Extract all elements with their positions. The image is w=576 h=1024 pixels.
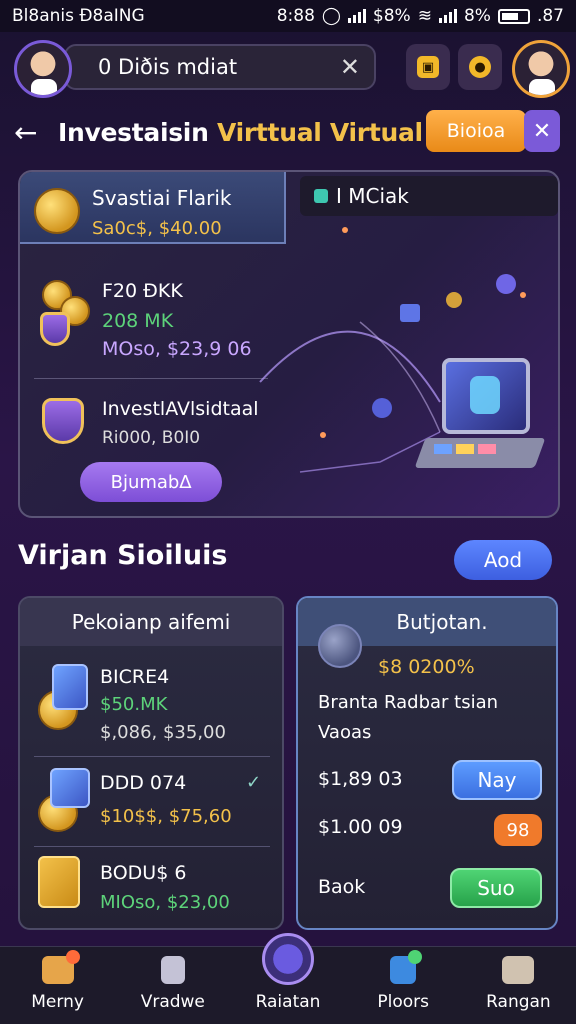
featured-header-name: Svastiai Flarik xyxy=(92,186,232,210)
right-card-desc-1: Branta Radbar tsian xyxy=(318,692,499,713)
row-divider xyxy=(34,756,270,757)
right-card-desc-2: Vaoas xyxy=(318,722,372,743)
item1-sub: 208 MK xyxy=(102,310,174,332)
battery-icon xyxy=(497,8,530,24)
row3-label: Baok xyxy=(318,876,366,898)
nav-label: Ploors xyxy=(377,992,430,1012)
wifi-icon: ≋ xyxy=(417,6,432,26)
row-name: BODU$ 6 xyxy=(100,862,187,884)
nav-item-raiatan[interactable]: Raiatan xyxy=(230,933,345,1024)
check-icon: ✓ xyxy=(246,772,262,793)
row-name: DDD 074 xyxy=(100,772,187,794)
right-card-value: $8 0200% xyxy=(378,656,475,678)
right-card: Butjotan. $8 0200% Branta Radbar tsian V… xyxy=(296,596,558,930)
add-button[interactable]: Aod xyxy=(454,540,552,580)
gem-icon xyxy=(40,312,70,346)
row-sub: $50.MK xyxy=(100,694,168,715)
nav-item-rangan[interactable]: Rangan xyxy=(461,947,576,1024)
status-bar: Bl8anis Ð8aING 8:88 ◯ $8% ≋ 8% .87 xyxy=(0,0,576,32)
status-indicators: 8:88 ◯ $8% ≋ 8% .87 xyxy=(277,6,564,26)
back-arrow-icon[interactable]: ← xyxy=(14,116,58,149)
row-price: $,086, $35,00 xyxy=(100,722,226,743)
nav-item-merny[interactable]: Merny xyxy=(0,947,115,1024)
status-app-name: Bl8anis Ð8aING xyxy=(12,6,145,26)
tab-mciak-label: I MCiak xyxy=(336,184,409,208)
user-avatar[interactable] xyxy=(14,40,72,98)
title-highlight: Virttual Virtual xyxy=(216,117,423,147)
nav-label: Rangan xyxy=(486,992,551,1012)
row2-value: $1.00 09 xyxy=(318,816,403,838)
chart-icon xyxy=(314,189,328,203)
card-icon xyxy=(50,768,90,808)
left-card-title: Pekoianp aifemi xyxy=(20,598,282,646)
nav-label: Raiatan xyxy=(255,992,321,1012)
row1-value: $1,89 03 xyxy=(318,768,403,790)
laptop-icon xyxy=(414,358,546,482)
row-name: BICRE4 xyxy=(100,666,170,688)
row-divider xyxy=(34,846,270,847)
item2-sub: Ri000, B0I0 xyxy=(102,428,201,448)
nav-item-ploors[interactable]: Ploors xyxy=(346,947,461,1024)
list-item[interactable]: BICRE4 $50.MK $,086, $35,00 xyxy=(20,650,282,750)
item1-price: MOso, $23,9 06 xyxy=(102,338,252,360)
search-input[interactable]: 0 Diðis mdiat ✕ xyxy=(64,44,376,90)
status-battery-text: 8% xyxy=(463,6,491,26)
nav-label: Vradwe xyxy=(140,992,205,1012)
close-button[interactable]: ✕ xyxy=(524,110,560,152)
bottom-nav: Merny Vradwe Raiatan Ploors Rangan xyxy=(0,933,576,1024)
trophy-icon xyxy=(34,188,80,234)
clock-icon xyxy=(262,933,314,985)
wallet-icon: ▣ xyxy=(417,56,439,78)
notification-badge xyxy=(65,950,80,964)
title-main: Investaisin xyxy=(58,117,217,147)
item2-action-button[interactable]: Bjumab∆ xyxy=(80,462,222,502)
nav-item-vradwe[interactable]: Vradwe xyxy=(115,947,230,1024)
signal-icon-2 xyxy=(438,9,457,23)
status-signal-text: $8% xyxy=(372,6,411,26)
notification-button[interactable]: ● xyxy=(458,44,502,90)
percent-badge: 98 xyxy=(494,814,542,846)
row-price: $10$$, $75,60 xyxy=(100,806,232,827)
featured-header-value: Sa0c$, $40.00 xyxy=(92,218,222,239)
profile-avatar[interactable] xyxy=(512,40,570,98)
gold-card-icon xyxy=(38,856,80,908)
item1-title: F20 ÐKK xyxy=(102,280,183,302)
card-icon xyxy=(52,664,88,710)
search-value: 0 Diðis mdiat xyxy=(98,55,238,79)
wallet-button[interactable]: ▣ xyxy=(406,44,450,90)
spark-dot xyxy=(320,432,326,438)
suo-button[interactable]: Suo xyxy=(450,868,542,908)
home-icon xyxy=(41,950,80,984)
section-title: Virjan Sioiluis xyxy=(18,540,228,571)
row-price: MIOso, $23,00 xyxy=(100,892,230,913)
left-card: Pekoianp aifemi BICRE4 $50.MK $,086, $35… xyxy=(18,596,284,930)
pin-icon: ● xyxy=(469,56,491,78)
top-bar: 0 Diðis mdiat ✕ ▣ ● xyxy=(14,38,570,100)
house-icon xyxy=(502,956,535,984)
signal-icon xyxy=(347,9,366,23)
alarm-icon: ◯ xyxy=(321,6,341,26)
status-time: 8:88 xyxy=(276,6,315,26)
wallet-icon xyxy=(390,950,423,984)
page-title-row: ← Investaisin Virttual Virtual Bioioa ✕ xyxy=(14,110,562,154)
lock-icon xyxy=(318,624,362,668)
nay-button[interactable]: Nay xyxy=(452,760,542,800)
chess-icon xyxy=(160,956,185,984)
nav-label: Merny xyxy=(31,992,84,1012)
list-item[interactable]: BODU$ 6 MIOso, $23,00 xyxy=(20,850,282,928)
spark-dot xyxy=(342,227,348,233)
shield-icon xyxy=(42,398,84,444)
close-icon: ✕ xyxy=(532,118,552,144)
status-extra: .87 xyxy=(536,6,564,26)
panel-divider xyxy=(34,378,268,379)
item2-title: InvestlAVlsidtaal xyxy=(102,398,259,420)
page-title: Investaisin Virttual Virtual xyxy=(58,118,423,147)
spark-dot xyxy=(520,292,526,298)
featured-panel: Svastiai Flarik Sa0c$, $40.00 I MCiak F2… xyxy=(18,170,560,518)
notification-badge xyxy=(408,950,423,964)
tab-mciak[interactable]: I MCiak xyxy=(300,176,558,216)
orange-action-button[interactable]: Bioioa xyxy=(426,110,526,152)
clear-search-icon[interactable]: ✕ xyxy=(340,53,360,81)
list-item[interactable]: DDD 074 $10$$, $75,60 ✓ xyxy=(20,760,282,846)
